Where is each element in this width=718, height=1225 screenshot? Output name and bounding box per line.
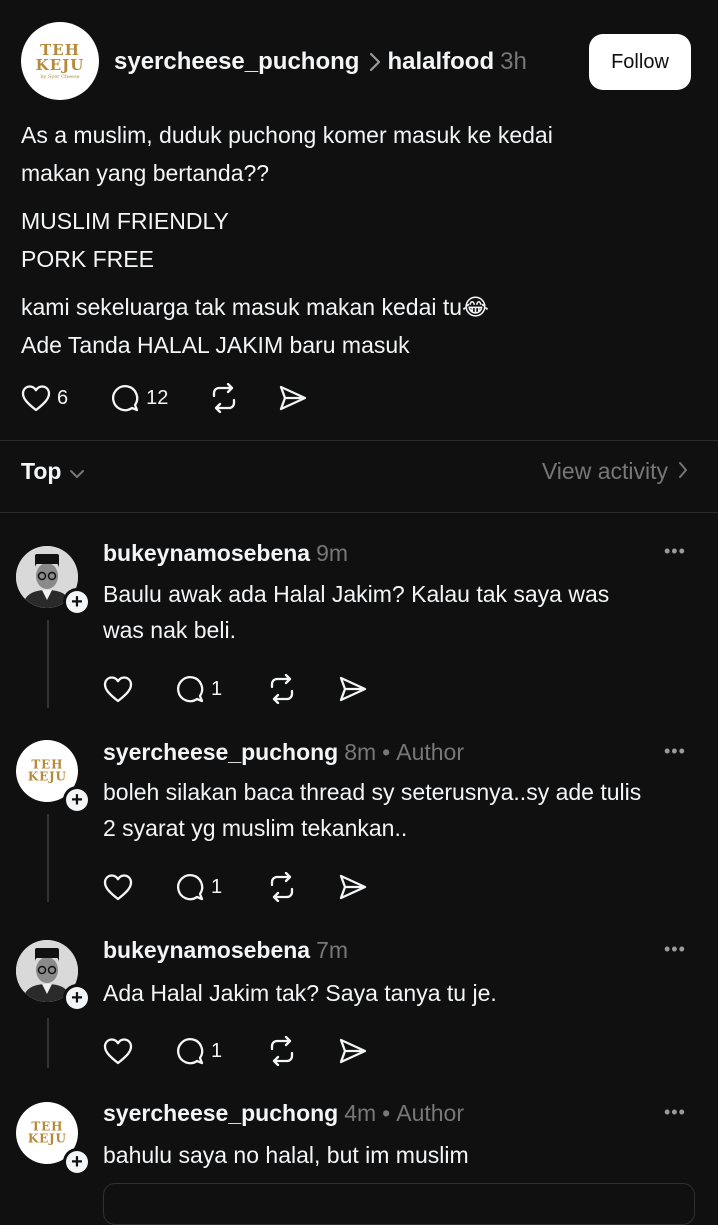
plus-icon: + [66,987,88,1009]
post-author-avatar[interactable]: TEH KEJU by Syer Cheese [21,22,99,100]
repost-button[interactable] [266,872,298,902]
follow-button[interactable]: Follow [589,34,691,90]
view-activity-label: View activity [541,458,668,484]
share-button[interactable] [338,1037,368,1065]
reply-username[interactable]: syercheese_puchong [103,739,338,766]
chevron-right-icon [369,52,381,72]
plus-icon: + [66,789,88,811]
reply-username[interactable]: bukeynamosebena [103,937,310,964]
post-paragraph: As a muslim, duduk puchong komer masuk k… [21,122,553,186]
plus-icon: + [66,591,88,613]
post-header: syercheese_puchong halalfood 3h [114,44,527,80]
author-tag: Author [396,1099,464,1126]
share-button[interactable] [278,384,308,412]
comment-count: 12 [146,386,169,409]
reply-actions: 1 [103,870,368,904]
comment-icon [175,1036,205,1066]
reply-header: bukeynamosebena 7m [103,933,348,967]
reply-actions: 1 [103,1034,368,1068]
repost-icon [208,383,240,413]
chevron-right-icon [668,458,688,485]
reply-text: bahulu saya no halal, but im muslim [103,1142,469,1168]
reply-username[interactable]: bukeynamosebena [103,540,310,567]
more-options-icon[interactable]: ••• [664,741,686,762]
view-activity-link[interactable]: View activity [542,458,688,485]
thread-line [47,620,49,708]
like-button[interactable]: 6 [21,384,68,412]
reply-time: 4m [344,1099,377,1126]
reply-time: 7m [316,936,349,963]
reply-header: syercheese_puchong 8m • Author [103,735,464,769]
sort-dropdown[interactable]: Top [21,458,85,485]
reply-username[interactable]: syercheese_puchong [103,1100,338,1127]
teh-keju-logo: TEH KEJU [27,1119,67,1146]
reply-text: boleh silakan baca thread sy seterusnya.… [103,779,642,841]
divider [0,440,718,441]
post-paragraph: kami sekeluarga tak masuk makan kedai tu… [21,294,489,358]
comment-count: 1 [211,1039,223,1062]
like-button[interactable] [103,873,133,901]
post-username[interactable]: syercheese_puchong [114,48,359,76]
repost-button[interactable] [208,383,240,413]
more-options-icon[interactable]: ••• [664,1102,686,1123]
chevron-down-icon [61,458,85,485]
reply-text: Ada Halal Jakim tak? Saya tanya tu je. [103,980,497,1006]
comment-button[interactable]: 1 [175,674,222,704]
reply-text: Baulu awak ada Halal Jakim? Kalau tak sa… [103,581,610,643]
repost-button[interactable] [266,674,298,704]
sort-label: Top [21,458,62,484]
follow-plus-button[interactable]: + [63,588,91,616]
reply-time: 8m [344,738,377,765]
plus-icon: + [66,1151,88,1173]
post-actions: 6 12 [21,380,308,416]
reply-actions: 1 [103,672,368,706]
send-icon [278,384,308,412]
heart-icon [103,1037,133,1065]
nested-preview-card[interactable] [103,1183,695,1225]
comment-icon [175,872,205,902]
more-options-icon[interactable]: ••• [664,541,686,562]
thread-line [47,814,49,902]
repost-icon [266,872,298,902]
comment-button[interactable]: 1 [175,872,222,902]
heart-icon [103,873,133,901]
comment-icon [110,383,140,413]
like-count: 6 [57,386,69,409]
more-options-icon[interactable]: ••• [664,939,686,960]
repost-button[interactable] [266,1036,298,1066]
separator-dot: • [382,1099,391,1126]
divider [0,512,718,513]
comment-icon [175,674,205,704]
reply-time: 9m [316,539,349,566]
send-icon [338,675,368,703]
share-button[interactable] [338,675,368,703]
repost-icon [266,1036,298,1066]
reply-header: bukeynamosebena 9m [103,536,348,570]
author-tag: Author [396,738,464,765]
comment-button[interactable]: 1 [175,1036,222,1066]
send-icon [338,873,368,901]
like-button[interactable] [103,675,133,703]
post-paragraph: MUSLIM FRIENDLY PORK FREE [21,208,229,272]
like-button[interactable] [103,1037,133,1065]
repost-icon [266,674,298,704]
separator-dot: • [382,738,391,765]
follow-plus-button[interactable]: + [63,1148,91,1176]
follow-plus-button[interactable]: + [63,786,91,814]
heart-icon [21,384,51,412]
reply-header: syercheese_puchong 4m • Author [103,1096,464,1130]
post-time: 3h [500,48,527,75]
teh-keju-logo: TEH KEJU by Syer Cheese [35,40,85,80]
comment-button[interactable]: 12 [110,383,168,413]
send-icon [338,1037,368,1065]
heart-icon [103,675,133,703]
post-body: As a muslim, duduk puchong komer masuk k… [21,116,701,374]
comment-count: 1 [211,875,223,898]
thread-line [47,1018,49,1068]
share-button[interactable] [338,873,368,901]
comment-count: 1 [211,677,223,700]
follow-plus-button[interactable]: + [63,984,91,1012]
post-topic[interactable]: halalfood [387,48,494,76]
teh-keju-logo: TEH KEJU [27,757,67,784]
